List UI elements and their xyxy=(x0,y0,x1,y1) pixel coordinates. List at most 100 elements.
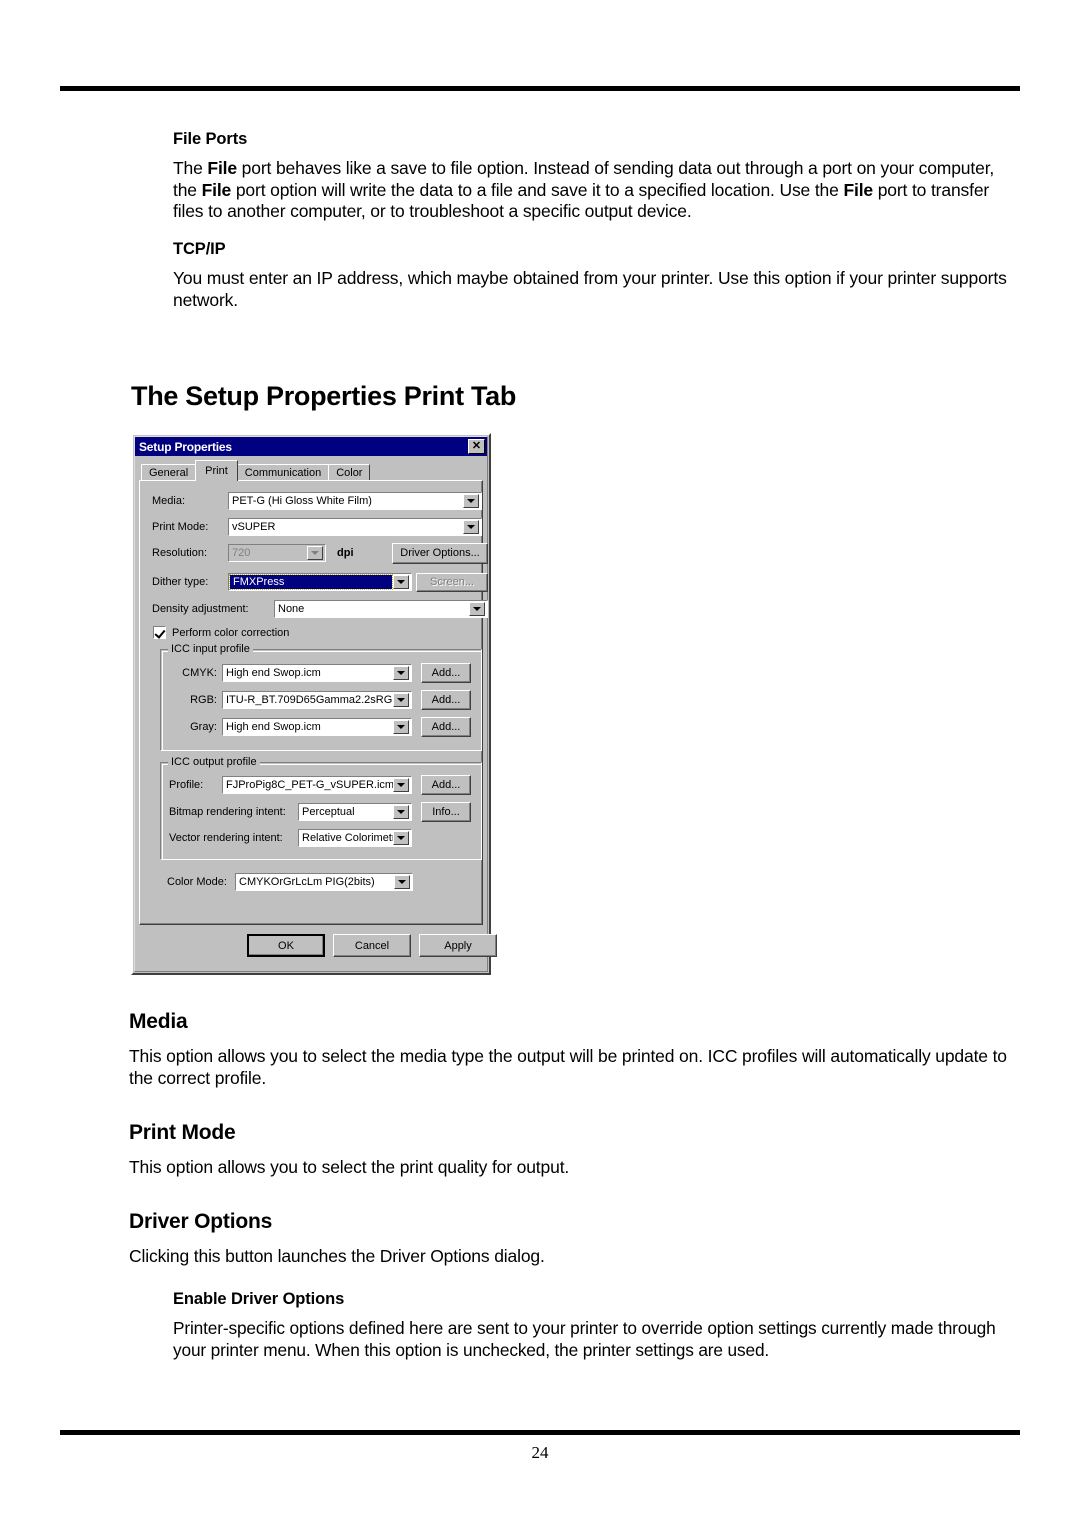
print-mode-row: Print Mode: vSUPER xyxy=(152,518,482,536)
print-mode-section: Print Mode This option allows you to sel… xyxy=(129,1121,1019,1179)
enable-driver-options-heading: Enable Driver Options xyxy=(173,1290,345,1308)
dialog-title: Setup Properties xyxy=(139,439,232,454)
color-mode-row: Color Mode: CMYKOrGrLcLm PIG(2bits) xyxy=(167,873,457,891)
close-icon[interactable]: ✕ xyxy=(468,439,485,454)
icc-input-gray-row: Gray: High end Swop.icm Add... xyxy=(169,717,475,737)
perform-color-correction-label: Perform color correction xyxy=(172,626,290,639)
resolution-label: Resolution: xyxy=(152,547,208,559)
icc-cmyk-add-button[interactable]: Add... xyxy=(421,663,471,683)
chevron-down-icon[interactable] xyxy=(469,602,485,616)
perform-color-correction-checkbox[interactable] xyxy=(153,626,166,639)
icc-rgb-label: RGB: xyxy=(190,694,217,706)
icc-input-profile-title: ICC input profile xyxy=(168,643,253,655)
apply-button[interactable]: Apply xyxy=(419,934,497,957)
page-number: 24 xyxy=(531,1443,549,1462)
icc-input-rgb-row: RGB: ITU-R_BT.709D65Gamma2.2sRGB. Add... xyxy=(169,690,475,710)
tab-strip: General Print Communication Color xyxy=(141,460,371,481)
tab-general[interactable]: General xyxy=(141,464,197,481)
file-ports-body: The File port behaves like a save to fil… xyxy=(173,158,995,221)
icc-profile-combobox[interactable]: FJProPig8C_PET-G_vSUPER.icm xyxy=(222,776,412,794)
chevron-down-icon[interactable] xyxy=(393,805,409,819)
chevron-down-icon[interactable] xyxy=(394,875,410,889)
dither-type-value: FMXPress xyxy=(229,574,393,590)
resolution-unit: dpi xyxy=(337,547,354,559)
chevron-down-icon xyxy=(307,546,323,560)
vector-rendering-intent-row: Vector rendering intent: Relative Colori… xyxy=(169,829,475,847)
bitmap-rendering-intent-row: Bitmap rendering intent: Perceptual Info… xyxy=(169,802,475,822)
icc-input-profile-group: ICC input profile CMYK: High end Swop.ic… xyxy=(160,643,482,751)
icc-cmyk-label: CMYK: xyxy=(182,667,217,679)
tab-color[interactable]: Color xyxy=(328,464,371,481)
vector-rendering-intent-value: Relative Colorimetric xyxy=(302,832,393,844)
icc-info-button[interactable]: Info... xyxy=(421,802,471,822)
resolution-row: Resolution: 720 dpi Driver Options... xyxy=(152,542,488,564)
icc-input-cmyk-row: CMYK: High end Swop.icm Add... xyxy=(169,663,475,683)
chevron-down-icon[interactable] xyxy=(393,778,409,792)
media-body: This option allows you to select the med… xyxy=(129,1046,1007,1088)
icc-profile-label: Profile: xyxy=(169,779,204,791)
color-mode-combobox[interactable]: CMYKOrGrLcLm PIG(2bits) xyxy=(235,873,413,891)
chevron-down-icon[interactable] xyxy=(393,693,409,707)
cancel-button[interactable]: Cancel xyxy=(333,934,411,957)
tcpip-heading: TCP/IP xyxy=(173,240,226,258)
driver-options-heading: Driver Options xyxy=(129,1210,273,1233)
color-mode-label: Color Mode: xyxy=(167,876,227,888)
chevron-down-icon[interactable] xyxy=(393,831,409,845)
bitmap-rendering-intent-value: Perceptual xyxy=(302,806,355,818)
media-combobox[interactable]: PET-G (Hi Gloss White Film) xyxy=(228,492,482,510)
resolution-combobox: 720 xyxy=(228,544,326,562)
density-adjustment-combobox[interactable]: None xyxy=(274,600,488,618)
dither-type-label: Dither type: xyxy=(152,576,209,588)
tcpip-section: TCP/IP You must enter an IP address, whi… xyxy=(173,240,1021,311)
bitmap-rendering-intent-combobox[interactable]: Perceptual xyxy=(298,803,412,821)
media-heading: Media xyxy=(129,1010,188,1033)
enable-driver-options-body: Printer-specific options defined here ar… xyxy=(173,1318,996,1360)
dialog-button-bar: OK Cancel Apply xyxy=(139,931,497,965)
enable-driver-options-section: Enable Driver Options Printer-specific o… xyxy=(173,1290,1019,1361)
dither-type-combobox[interactable]: FMXPress xyxy=(228,573,412,591)
driver-options-body: Clicking this button launches the Driver… xyxy=(129,1246,545,1266)
driver-options-button[interactable]: Driver Options... xyxy=(392,542,488,564)
bitmap-rendering-intent-label: Bitmap rendering intent: xyxy=(169,806,286,818)
print-mode-value: vSUPER xyxy=(232,521,276,533)
print-mode-body: This option allows you to select the pri… xyxy=(129,1157,570,1177)
tab-print[interactable]: Print xyxy=(195,460,238,481)
icc-rgb-value: ITU-R_BT.709D65Gamma2.2sRGB. xyxy=(226,694,393,706)
tcpip-body: You must enter an IP address, which mayb… xyxy=(173,268,1007,310)
dither-type-row: Dither type: FMXPress Screen... xyxy=(152,572,488,592)
perform-color-correction-row[interactable]: Perform color correction xyxy=(153,626,289,639)
print-tab-page: Media: PET-G (Hi Gloss White Film) Print… xyxy=(139,480,488,925)
vector-rendering-intent-combobox[interactable]: Relative Colorimetric xyxy=(298,829,412,847)
icc-rgb-add-button[interactable]: Add... xyxy=(421,690,471,710)
icc-gray-label: Gray: xyxy=(190,721,217,733)
density-adjustment-value: None xyxy=(278,603,305,615)
icc-cmyk-value: High end Swop.icm xyxy=(226,667,321,679)
icc-profile-value: FJProPig8C_PET-G_vSUPER.icm xyxy=(226,779,393,791)
icc-output-profile-row: Profile: FJProPig8C_PET-G_vSUPER.icm Add… xyxy=(169,775,475,795)
icc-gray-add-button[interactable]: Add... xyxy=(421,717,471,737)
chevron-down-icon[interactable] xyxy=(393,666,409,680)
icc-output-profile-title: ICC output profile xyxy=(168,756,260,768)
color-mode-value: CMYKOrGrLcLm PIG(2bits) xyxy=(239,876,375,888)
page-title: The Setup Properties Print Tab xyxy=(131,381,517,411)
print-mode-heading: Print Mode xyxy=(129,1121,236,1144)
tab-communication[interactable]: Communication xyxy=(236,464,330,481)
icc-gray-combobox[interactable]: High end Swop.icm xyxy=(222,718,412,736)
page-header-rule xyxy=(60,86,1020,91)
ok-button[interactable]: OK xyxy=(247,934,325,957)
chevron-down-icon[interactable] xyxy=(393,575,409,589)
media-row: Media: PET-G (Hi Gloss White Film) xyxy=(152,492,482,510)
chevron-down-icon[interactable] xyxy=(463,494,479,508)
icc-profile-add-button[interactable]: Add... xyxy=(421,775,471,795)
file-ports-heading: File Ports xyxy=(173,130,248,148)
density-adjustment-row: Density adjustment: None xyxy=(152,600,488,618)
icc-rgb-combobox[interactable]: ITU-R_BT.709D65Gamma2.2sRGB. xyxy=(222,691,412,709)
icc-cmyk-combobox[interactable]: High end Swop.icm xyxy=(222,664,412,682)
resolution-value: 720 xyxy=(232,547,251,559)
chevron-down-icon[interactable] xyxy=(463,520,479,534)
dialog-titlebar: Setup Properties ✕ xyxy=(135,437,487,456)
icc-gray-value: High end Swop.icm xyxy=(226,721,321,733)
print-mode-combobox[interactable]: vSUPER xyxy=(228,518,482,536)
driver-options-section: Driver Options Clicking this button laun… xyxy=(129,1210,1019,1268)
chevron-down-icon[interactable] xyxy=(393,720,409,734)
